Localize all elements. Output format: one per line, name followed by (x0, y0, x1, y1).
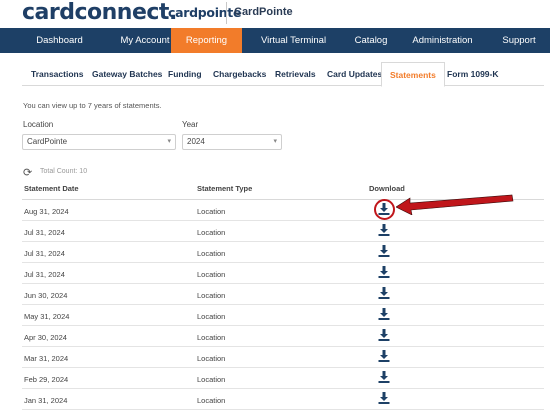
nav-item-virtual-terminal[interactable]: Virtual Terminal (242, 28, 345, 53)
cardconnect-logo[interactable]: cardconnect. (22, 0, 177, 26)
table-row: Feb 29, 2024 Location (22, 368, 544, 389)
header-statement-type[interactable]: Statement Type (197, 184, 252, 193)
table-row: Jun 30, 2024 Location (22, 284, 544, 305)
statement-history-note: You can view up to 7 years of statements… (23, 101, 162, 110)
header-statement-date[interactable]: Statement Date (24, 184, 79, 193)
download-icon[interactable] (377, 349, 391, 363)
year-label: Year (182, 120, 199, 129)
tab-retrievals[interactable]: Retrievals (275, 62, 316, 86)
download-icon[interactable] (377, 223, 391, 237)
tab-statements[interactable]: Statements (381, 62, 445, 87)
download-icon[interactable] (377, 391, 391, 405)
sub-nav: Transactions Gateway Batches Funding Cha… (22, 62, 544, 87)
nav-item-support[interactable]: Support (488, 28, 550, 53)
app-header: cardconnect. cardpointe CardPointe (0, 0, 550, 28)
table-row: Jul 31, 2024 Location (22, 263, 544, 284)
statement-date: Feb 29, 2024 (24, 375, 69, 384)
table-row: Jan 31, 2024 Location (22, 389, 544, 410)
statement-date: Jul 31, 2024 (24, 249, 65, 258)
header-download: Download (369, 184, 405, 193)
tab-funding[interactable]: Funding (168, 62, 202, 86)
statement-type: Location (197, 375, 226, 384)
location-select[interactable]: CardPointe ▾ (22, 134, 176, 150)
download-icon[interactable] (377, 286, 391, 300)
download-icon[interactable] (377, 265, 391, 279)
chevron-down-icon: ▾ (167, 138, 171, 145)
table-body: Aug 31, 2024 Location Jul 31, 2024 Location… (22, 200, 544, 410)
nav-item-reporting[interactable]: Reporting (171, 28, 242, 53)
nav-item-administration[interactable]: Administration (397, 28, 488, 53)
statement-date: May 31, 2024 (24, 312, 70, 321)
tab-form-1099k[interactable]: Form 1099-K (447, 62, 499, 86)
statement-type: Location (197, 228, 226, 237)
statement-date: Jul 31, 2024 (24, 270, 65, 279)
refresh-icon[interactable]: ⟳ (23, 166, 32, 179)
download-icon[interactable] (377, 244, 391, 258)
statement-date: Aug 31, 2024 (24, 207, 69, 216)
year-select[interactable]: 2024 ▾ (182, 134, 282, 150)
annotation-arrow (396, 194, 514, 215)
main-nav: Dashboard My Account Reporting Virtual T… (0, 28, 550, 53)
total-count: Total Count: 10 (40, 168, 88, 175)
header-divider (226, 2, 227, 24)
table-row: Mar 31, 2024 Location (22, 347, 544, 368)
statement-type: Location (197, 270, 226, 279)
cardpointe-logo: cardpointe (168, 5, 242, 20)
nav-item-dashboard[interactable]: Dashboard (0, 28, 119, 53)
table-row: Jul 31, 2024 Location (22, 221, 544, 242)
statement-type: Location (197, 354, 226, 363)
download-icon[interactable] (377, 370, 391, 384)
annotation-circle (374, 199, 395, 220)
statement-date: Apr 30, 2024 (24, 333, 67, 342)
statement-type: Location (197, 249, 226, 258)
tab-gateway-batches[interactable]: Gateway Batches (92, 62, 162, 86)
nav-item-my-account[interactable]: My Account (119, 28, 171, 53)
statement-date: Jan 31, 2024 (24, 396, 68, 405)
location-label: Location (23, 120, 54, 129)
statement-date: Jul 31, 2024 (24, 228, 65, 237)
table-row: Jul 31, 2024 Location (22, 242, 544, 263)
year-select-value: 2024 (187, 137, 205, 146)
chevron-down-icon: ▾ (273, 138, 277, 145)
merchant-name: CardPointe (234, 6, 293, 18)
statement-type: Location (197, 396, 226, 405)
tab-transactions[interactable]: Transactions (31, 62, 83, 86)
statement-type: Location (197, 333, 226, 342)
statement-date: Mar 31, 2024 (24, 354, 69, 363)
statement-type: Location (197, 312, 226, 321)
location-select-value: CardPointe (27, 137, 68, 146)
statement-type: Location (197, 207, 226, 216)
nav-item-catalog[interactable]: Catalog (345, 28, 397, 53)
tab-card-updates[interactable]: Card Updates (327, 62, 382, 86)
table-row: May 31, 2024 Location (22, 305, 544, 326)
statement-date: Jun 30, 2024 (24, 291, 68, 300)
tab-chargebacks[interactable]: Chargebacks (213, 62, 266, 86)
table-row: Apr 30, 2024 Location (22, 326, 544, 347)
statement-type: Location (197, 291, 226, 300)
download-icon[interactable] (377, 307, 391, 321)
download-icon[interactable] (377, 328, 391, 342)
